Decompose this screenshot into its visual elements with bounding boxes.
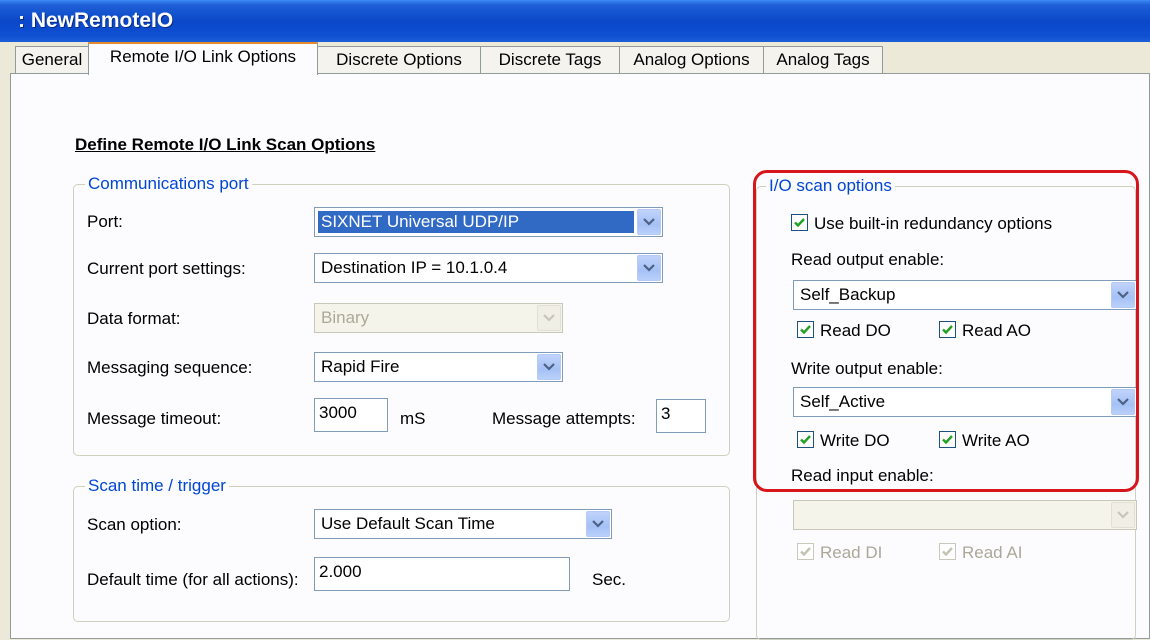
read-ao-label: Read AO xyxy=(962,321,1031,340)
read-ao-checkbox[interactable]: Read AO xyxy=(939,321,1031,341)
current-port-settings-select[interactable]: Destination IP = 10.1.0.4 xyxy=(314,253,663,283)
messaging-sequence-select[interactable]: Rapid Fire xyxy=(314,352,563,382)
default-time-input[interactable] xyxy=(314,557,570,591)
write-do-label: Write DO xyxy=(820,431,890,450)
data-format-select: Binary xyxy=(314,303,563,333)
chevron-down-icon xyxy=(537,305,561,331)
read-input-enable-select xyxy=(793,500,1137,530)
port-label: Port: xyxy=(87,212,123,231)
current-port-settings-value: Destination IP = 10.1.0.4 xyxy=(321,258,508,277)
message-attempts-label: Message attempts: xyxy=(492,409,636,428)
tab-discrete-options[interactable]: Discrete Options xyxy=(317,46,481,73)
messaging-sequence-label: Messaging sequence: xyxy=(87,358,253,377)
checkbox-icon[interactable] xyxy=(797,321,814,338)
scan-option-label: Scan option: xyxy=(87,515,182,534)
tab-analog-options[interactable]: Analog Options xyxy=(619,46,764,73)
write-ao-label: Write AO xyxy=(962,431,1030,450)
default-time-unit: Sec. xyxy=(592,570,627,589)
scan-option-value: Use Default Scan Time xyxy=(321,514,495,533)
read-ai-label: Read AI xyxy=(962,543,1023,562)
read-do-checkbox[interactable]: Read DO xyxy=(797,321,891,341)
data-format-label: Data format: xyxy=(87,309,181,328)
port-value: SIXNET Universal UDP/IP xyxy=(318,211,634,233)
chevron-down-icon[interactable] xyxy=(586,511,610,537)
read-output-enable-label: Read output enable: xyxy=(791,250,945,269)
section-heading: Define Remote I/O Link Scan Options xyxy=(75,135,376,154)
checkbox-icon xyxy=(939,543,956,560)
scan-time-group xyxy=(73,486,730,622)
checkbox-icon[interactable] xyxy=(939,431,956,448)
message-timeout-label: Message timeout: xyxy=(87,409,222,428)
redundancy-checkbox[interactable]: Use built-in redundancy options xyxy=(791,214,1052,234)
read-do-label: Read DO xyxy=(820,321,891,340)
read-di-label: Read DI xyxy=(820,543,883,562)
read-ai-checkbox: Read AI xyxy=(939,543,1023,563)
title-bar: : NewRemoteIO xyxy=(0,0,1150,42)
tab-general[interactable]: General xyxy=(15,46,89,73)
checkbox-icon xyxy=(797,543,814,560)
read-input-enable-label: Read input enable: xyxy=(791,466,934,485)
current-port-settings-label: Current port settings: xyxy=(87,259,246,278)
chevron-down-icon[interactable] xyxy=(537,354,561,380)
write-ao-checkbox[interactable]: Write AO xyxy=(939,431,1030,451)
communications-port-legend: Communications port xyxy=(85,174,252,194)
chevron-down-icon[interactable] xyxy=(637,209,661,235)
message-timeout-unit: mS xyxy=(400,409,426,428)
tab-discrete-tags[interactable]: Discrete Tags xyxy=(480,46,620,73)
write-output-enable-select[interactable]: Self_Active xyxy=(793,387,1137,417)
chevron-down-icon xyxy=(1111,502,1135,528)
port-select[interactable]: SIXNET Universal UDP/IP xyxy=(314,207,663,237)
checkbox-icon[interactable] xyxy=(797,431,814,448)
message-timeout-field[interactable] xyxy=(319,403,383,423)
write-output-enable-label: Write output enable: xyxy=(791,359,943,378)
message-attempts-input[interactable] xyxy=(656,399,706,433)
chevron-down-icon[interactable] xyxy=(637,255,661,281)
io-scan-options-legend: I/O scan options xyxy=(766,176,895,196)
window-title: : NewRemoteIO xyxy=(18,9,174,32)
write-output-enable-value: Self_Active xyxy=(800,392,886,411)
redundancy-label: Use built-in redundancy options xyxy=(814,214,1053,233)
read-di-checkbox: Read DI xyxy=(797,543,882,563)
tab-analog-tags[interactable]: Analog Tags xyxy=(763,46,883,73)
chevron-down-icon[interactable] xyxy=(1111,389,1135,415)
read-output-enable-value: Self_Backup xyxy=(800,285,896,304)
checkbox-icon[interactable] xyxy=(939,321,956,338)
message-timeout-input[interactable] xyxy=(314,398,388,432)
read-output-enable-select[interactable]: Self_Backup xyxy=(793,280,1137,310)
messaging-sequence-value: Rapid Fire xyxy=(321,357,400,376)
scan-option-select[interactable]: Use Default Scan Time xyxy=(314,509,612,539)
scan-time-legend: Scan time / trigger xyxy=(85,476,229,496)
default-time-label: Default time (for all actions): xyxy=(87,570,299,589)
checkbox-icon[interactable] xyxy=(791,214,808,231)
default-time-field[interactable] xyxy=(319,562,565,582)
data-format-value: Binary xyxy=(321,308,370,327)
tab-remote-io-link-options[interactable]: Remote I/O Link Options xyxy=(88,42,318,75)
message-attempts-field[interactable] xyxy=(661,404,701,424)
write-do-checkbox[interactable]: Write DO xyxy=(797,431,890,451)
chevron-down-icon[interactable] xyxy=(1111,282,1135,308)
